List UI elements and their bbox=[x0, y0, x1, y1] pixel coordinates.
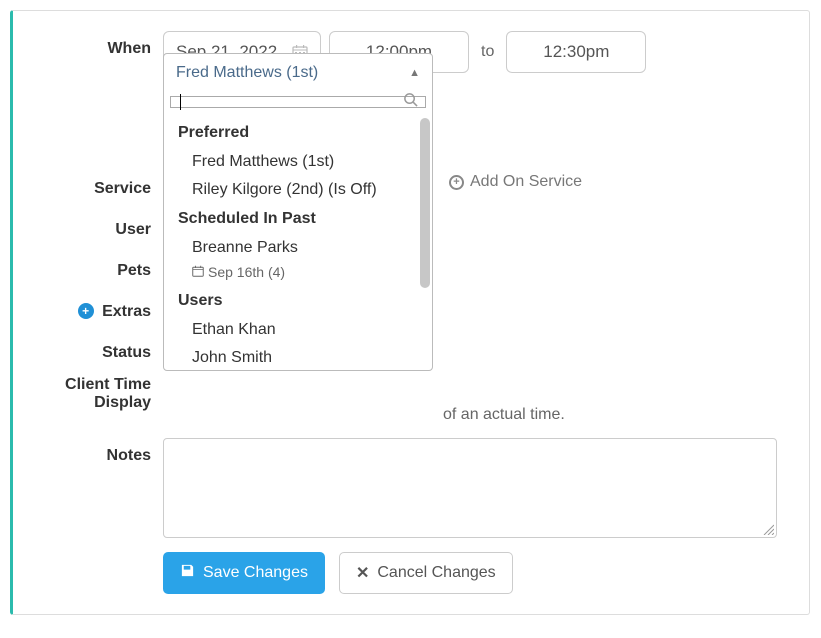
user-options-list[interactable]: Preferred Fred Matthews (1st) Riley Kilg… bbox=[164, 112, 432, 370]
label-service: Service bbox=[23, 171, 163, 198]
label-status: Status bbox=[23, 335, 163, 362]
group-users: Users bbox=[164, 286, 432, 316]
label-when: When bbox=[23, 31, 163, 58]
user-option[interactable]: John Smith bbox=[164, 344, 432, 364]
row-client-time: Client Time Display of an actual time. bbox=[23, 376, 789, 424]
add-on-service-link[interactable]: + Add On Service bbox=[449, 173, 582, 191]
row-notes: Notes bbox=[23, 438, 789, 538]
group-scheduled-past: Scheduled In Past bbox=[164, 204, 432, 234]
user-option-sub: Sep 16th (4) bbox=[164, 262, 432, 286]
label-extras: + Extras bbox=[23, 294, 163, 321]
scrollbar-thumb[interactable] bbox=[420, 118, 430, 288]
chevron-up-icon: ▲ bbox=[409, 67, 420, 79]
text-cursor bbox=[180, 94, 181, 110]
form-actions: Save Changes ✕ Cancel Changes bbox=[163, 552, 789, 594]
client-time-hint: of an actual time. bbox=[443, 406, 565, 424]
user-select-header[interactable]: Fred Matthews (1st) ▲ bbox=[164, 54, 432, 92]
plus-circle-icon: + bbox=[449, 175, 464, 190]
label-pets: Pets bbox=[23, 253, 163, 280]
appointment-form: When Sep 21, 2022 12:00pm to 12:30pm Sep… bbox=[10, 10, 810, 615]
label-notes: Notes bbox=[23, 438, 163, 465]
user-option[interactable]: Ethan Khan bbox=[164, 316, 432, 344]
group-preferred: Preferred bbox=[164, 118, 432, 148]
save-icon bbox=[180, 563, 195, 583]
end-time-input[interactable]: 12:30pm bbox=[506, 31, 646, 73]
user-select-open: Fred Matthews (1st) ▲ Preferred bbox=[163, 53, 433, 371]
user-option[interactable]: Riley Kilgore (2nd) (Is Off) bbox=[164, 176, 432, 204]
row-user: User Fred Matthews (1st) ▲ bbox=[23, 212, 789, 239]
save-button[interactable]: Save Changes bbox=[163, 552, 325, 594]
label-user: User bbox=[23, 212, 163, 239]
resize-handle-icon[interactable] bbox=[762, 523, 774, 535]
cancel-button[interactable]: ✕ Cancel Changes bbox=[339, 552, 513, 594]
label-client-time: Client Time Display bbox=[23, 376, 163, 412]
user-option[interactable]: Fred Matthews (1st) bbox=[164, 148, 432, 176]
calendar-icon bbox=[192, 264, 204, 280]
plus-icon[interactable]: + bbox=[78, 303, 94, 319]
user-search-input[interactable] bbox=[170, 96, 426, 108]
notes-textarea[interactable] bbox=[163, 438, 777, 538]
search-icon bbox=[403, 92, 418, 112]
close-icon: ✕ bbox=[356, 563, 369, 583]
user-option[interactable]: Breanne Parks bbox=[164, 234, 432, 262]
to-label: to bbox=[477, 43, 498, 61]
